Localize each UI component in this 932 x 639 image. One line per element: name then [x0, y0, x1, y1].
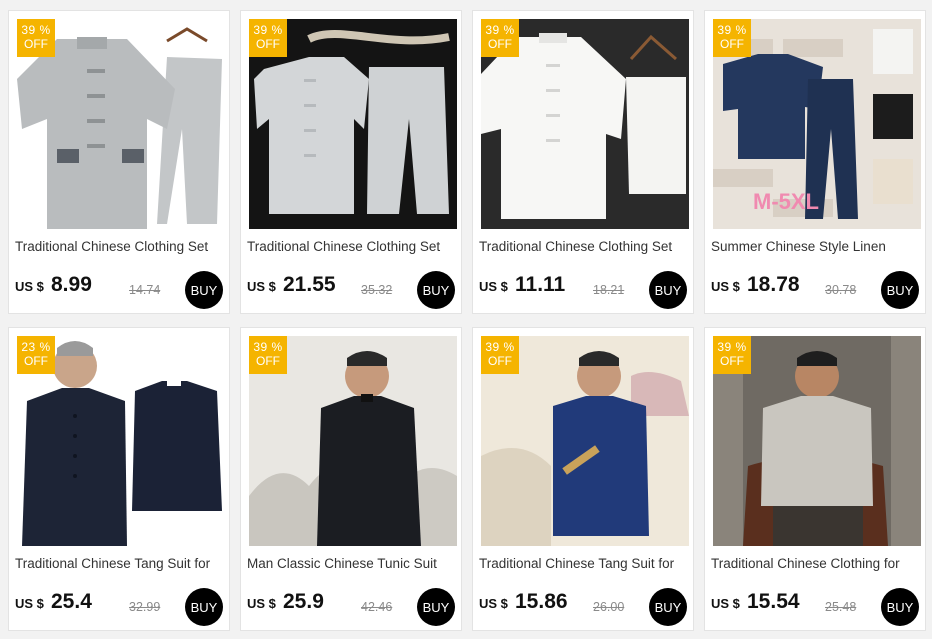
product-title[interactable]: Traditional Chinese Tang Suit for [15, 556, 225, 571]
product-image[interactable]: 39 % OFF [713, 336, 921, 546]
discount-badge: 39 % OFF [713, 19, 751, 57]
product-image[interactable]: 39 % OFF [249, 336, 457, 546]
discount-badge: 39 % OFF [481, 336, 519, 374]
product-title[interactable]: Traditional Chinese Clothing Set [247, 239, 457, 254]
currency-label: US $ [15, 596, 44, 611]
original-price: 25.48 [825, 600, 857, 614]
sale-price: 15.86 [515, 590, 568, 613]
product-image[interactable]: 39 % OFF [481, 19, 689, 229]
product-image[interactable]: 39 % OFF [249, 19, 457, 229]
sale-price: 18.78 [747, 273, 800, 296]
discount-off-label: OFF [488, 37, 512, 51]
buy-button[interactable]: BUY [417, 271, 455, 309]
buy-button[interactable]: BUY [881, 271, 919, 309]
product-card[interactable]: 39 % OFF Traditional Chinese Clothing fo… [704, 327, 926, 631]
discount-off-label: OFF [24, 37, 48, 51]
product-title[interactable]: Traditional Chinese Tang Suit for [479, 556, 689, 571]
currency-label: US $ [247, 279, 276, 294]
discount-badge: 39 % OFF [249, 19, 287, 57]
discount-badge: 23 % OFF [17, 336, 55, 374]
buy-button[interactable]: BUY [417, 588, 455, 626]
original-price: 26.00 [593, 600, 625, 614]
product-title[interactable]: Man Classic Chinese Tunic Suit [247, 556, 457, 571]
original-price: 42.46 [361, 600, 393, 614]
currency-label: US $ [15, 279, 44, 294]
sale-price: 11.11 [515, 273, 566, 296]
discount-badge: 39 % OFF [249, 336, 287, 374]
original-price: 18.21 [593, 283, 625, 297]
buy-button[interactable]: BUY [881, 588, 919, 626]
product-title[interactable]: Traditional Chinese Clothing for [711, 556, 921, 571]
product-image[interactable]: M-5XL 39 % OFF [713, 19, 921, 229]
product-card[interactable]: 39 % OFF Man Classic Chinese Tunic Suit … [240, 327, 462, 631]
discount-percent: 39 % [253, 340, 283, 354]
product-card[interactable]: 39 % OFF Traditional Chinese Clothing Se… [472, 10, 694, 314]
product-image[interactable]: 39 % OFF [481, 336, 689, 546]
discount-percent: 23 % [21, 340, 51, 354]
product-card[interactable]: 39 % OFF Traditional Chinese Tang Suit f… [472, 327, 694, 631]
currency-label: US $ [247, 596, 276, 611]
currency-label: US $ [711, 279, 740, 294]
original-price: 32.99 [129, 600, 161, 614]
discount-percent: 39 % [717, 340, 747, 354]
sale-price: 8.99 [51, 273, 92, 296]
discount-percent: 39 % [485, 23, 515, 37]
discount-percent: 39 % [253, 23, 283, 37]
currency-label: US $ [479, 596, 508, 611]
product-image[interactable]: 39 % OFF [17, 19, 225, 229]
currency-label: US $ [711, 596, 740, 611]
discount-off-label: OFF [256, 37, 280, 51]
discount-off-label: OFF [488, 354, 512, 368]
product-card[interactable]: M-5XL 39 % OFF Summer Chinese Style Line… [704, 10, 926, 314]
original-price: 30.78 [825, 283, 857, 297]
discount-off-label: OFF [720, 354, 744, 368]
currency-label: US $ [479, 279, 508, 294]
sale-price: 21.55 [283, 273, 336, 296]
discount-percent: 39 % [717, 23, 747, 37]
discount-percent: 39 % [485, 340, 515, 354]
sale-price: 15.54 [747, 590, 800, 613]
buy-button[interactable]: BUY [185, 271, 223, 309]
product-card[interactable]: 39 % OFF Traditional Chinese Clothing Se… [8, 10, 230, 314]
product-title[interactable]: Summer Chinese Style Linen [711, 239, 921, 254]
product-card[interactable]: 23 % OFF Traditional Chinese Tang Suit f… [8, 327, 230, 631]
product-card[interactable]: 39 % OFF Traditional Chinese Clothing Se… [240, 10, 462, 314]
sale-price: 25.9 [283, 590, 324, 613]
buy-button[interactable]: BUY [185, 588, 223, 626]
discount-off-label: OFF [256, 354, 280, 368]
discount-badge: 39 % OFF [713, 336, 751, 374]
sale-price: 25.4 [51, 590, 92, 613]
discount-percent: 39 % [21, 23, 51, 37]
discount-off-label: OFF [720, 37, 744, 51]
buy-button[interactable]: BUY [649, 271, 687, 309]
discount-off-label: OFF [24, 354, 48, 368]
product-title[interactable]: Traditional Chinese Clothing Set [15, 239, 225, 254]
product-image[interactable]: 23 % OFF [17, 336, 225, 546]
size-range-text: M-5XL [753, 189, 819, 214]
product-title[interactable]: Traditional Chinese Clothing Set [479, 239, 689, 254]
buy-button[interactable]: BUY [649, 588, 687, 626]
discount-badge: 39 % OFF [17, 19, 55, 57]
original-price: 14.74 [129, 283, 161, 297]
discount-badge: 39 % OFF [481, 19, 519, 57]
original-price: 35.32 [361, 283, 393, 297]
